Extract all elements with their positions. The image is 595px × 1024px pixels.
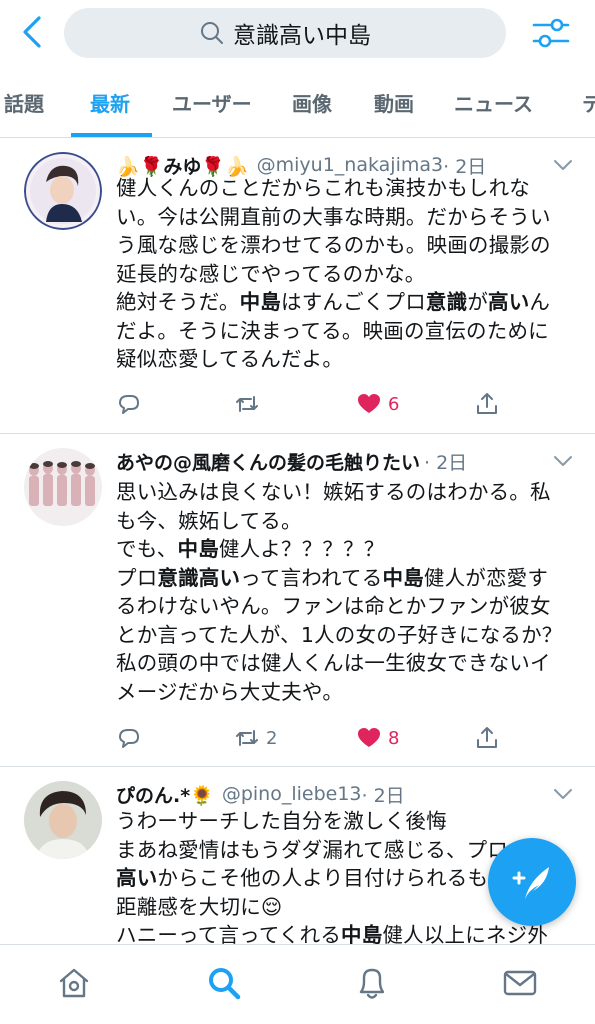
chevron-down-icon[interactable] — [551, 452, 575, 470]
search-query: 意識高い中島 — [233, 23, 371, 49]
share-icon — [477, 393, 497, 414]
search-icon — [201, 22, 223, 44]
like-button[interactable]: 6 — [356, 386, 399, 422]
tab-latest[interactable]: 最新 — [90, 66, 130, 137]
tweet-text: 健人くんのことだからこれも演技かもしれな い。今は公開直前の大事な時期。だからそ… — [116, 176, 551, 371]
share-button[interactable] — [474, 386, 500, 422]
tweet-header: ぴのん.*🌻 @pino_liebe13 · 2日 — [116, 777, 575, 811]
tweet[interactable]: 🍌🌹みゆ🌹🍌 @miyu1_nakajima3 · 2日 健人くんのことだからこ… — [0, 138, 595, 434]
chevron-down-icon[interactable] — [551, 156, 575, 174]
reply-icon — [119, 729, 139, 748]
tab-people[interactable]: ユーザー — [172, 66, 252, 137]
tweet-actions: 2 8 — [116, 720, 516, 756]
tab-news[interactable]: ニュース — [454, 66, 533, 137]
nav-search[interactable] — [204, 963, 244, 1003]
user-handle[interactable]: @miyu1_nakajima3 — [257, 154, 443, 176]
reply-button[interactable] — [116, 386, 148, 422]
search-filter-button[interactable] — [530, 12, 572, 54]
back-button[interactable] — [14, 12, 50, 52]
tweet-text: 思い込みは良くない！嫉妬するのはわかる。私 も今、嫉妬してる。 でも、中島健人よ… — [116, 480, 563, 704]
active-tab-indicator — [71, 133, 152, 137]
bottom-navigation — [0, 944, 595, 1024]
display-name[interactable]: あやの@風磨くんの髪の毛触りたい — [116, 448, 420, 475]
retweet-icon — [236, 396, 258, 412]
chevron-left-icon — [23, 16, 41, 48]
avatar[interactable] — [24, 152, 102, 230]
messages-icon — [503, 970, 537, 996]
retweet-icon — [236, 730, 258, 746]
retweet-button[interactable] — [234, 386, 266, 422]
tab-top[interactable]: 話題 — [4, 66, 44, 137]
notifications-icon — [359, 968, 385, 999]
tab-more[interactable]: テ — [582, 66, 595, 137]
timestamp: · 2日 — [424, 451, 468, 474]
like-button[interactable]: 8 — [356, 720, 399, 756]
sliders-icon — [532, 18, 570, 48]
tweet-header: あやの@風磨くんの髪の毛触りたい · 2日 — [116, 444, 575, 478]
chevron-down-icon[interactable] — [551, 785, 575, 803]
tweet-actions: 6 — [116, 386, 516, 422]
timestamp: · 2日 — [361, 784, 405, 807]
heart-icon — [358, 394, 380, 413]
tweet[interactable]: あやの@風磨くんの髪の毛触りたい · 2日 思い込みは良くない！嫉妬するのはわか… — [0, 434, 595, 767]
compose-feather-icon — [512, 867, 549, 899]
tab-videos[interactable]: 動画 — [374, 66, 414, 137]
avatar[interactable] — [24, 448, 102, 526]
top-bar: 意識高い中島 — [0, 0, 595, 66]
reply-button[interactable] — [116, 720, 148, 756]
display-name[interactable]: ぴのん.*🌻 — [116, 781, 214, 808]
nav-messages[interactable] — [500, 963, 540, 1003]
search-tabs: 話題 最新 ユーザー 画像 動画 ニュース テ — [0, 66, 595, 138]
nav-home[interactable] — [54, 963, 94, 1003]
search-input[interactable]: 意識高い中島 — [64, 8, 506, 58]
search-icon — [209, 968, 241, 1000]
nav-notifications[interactable] — [352, 963, 392, 1003]
avatar[interactable] — [24, 781, 102, 859]
compose-tweet-button[interactable] — [488, 838, 576, 926]
user-handle[interactable]: @pino_liebe13 — [222, 783, 362, 805]
retweet-button[interactable]: 2 — [234, 720, 277, 756]
home-icon — [59, 968, 89, 998]
share-button[interactable] — [474, 720, 500, 756]
reply-icon — [119, 395, 139, 414]
share-icon — [477, 727, 497, 748]
heart-icon — [358, 728, 380, 747]
tab-photos[interactable]: 画像 — [292, 66, 332, 137]
